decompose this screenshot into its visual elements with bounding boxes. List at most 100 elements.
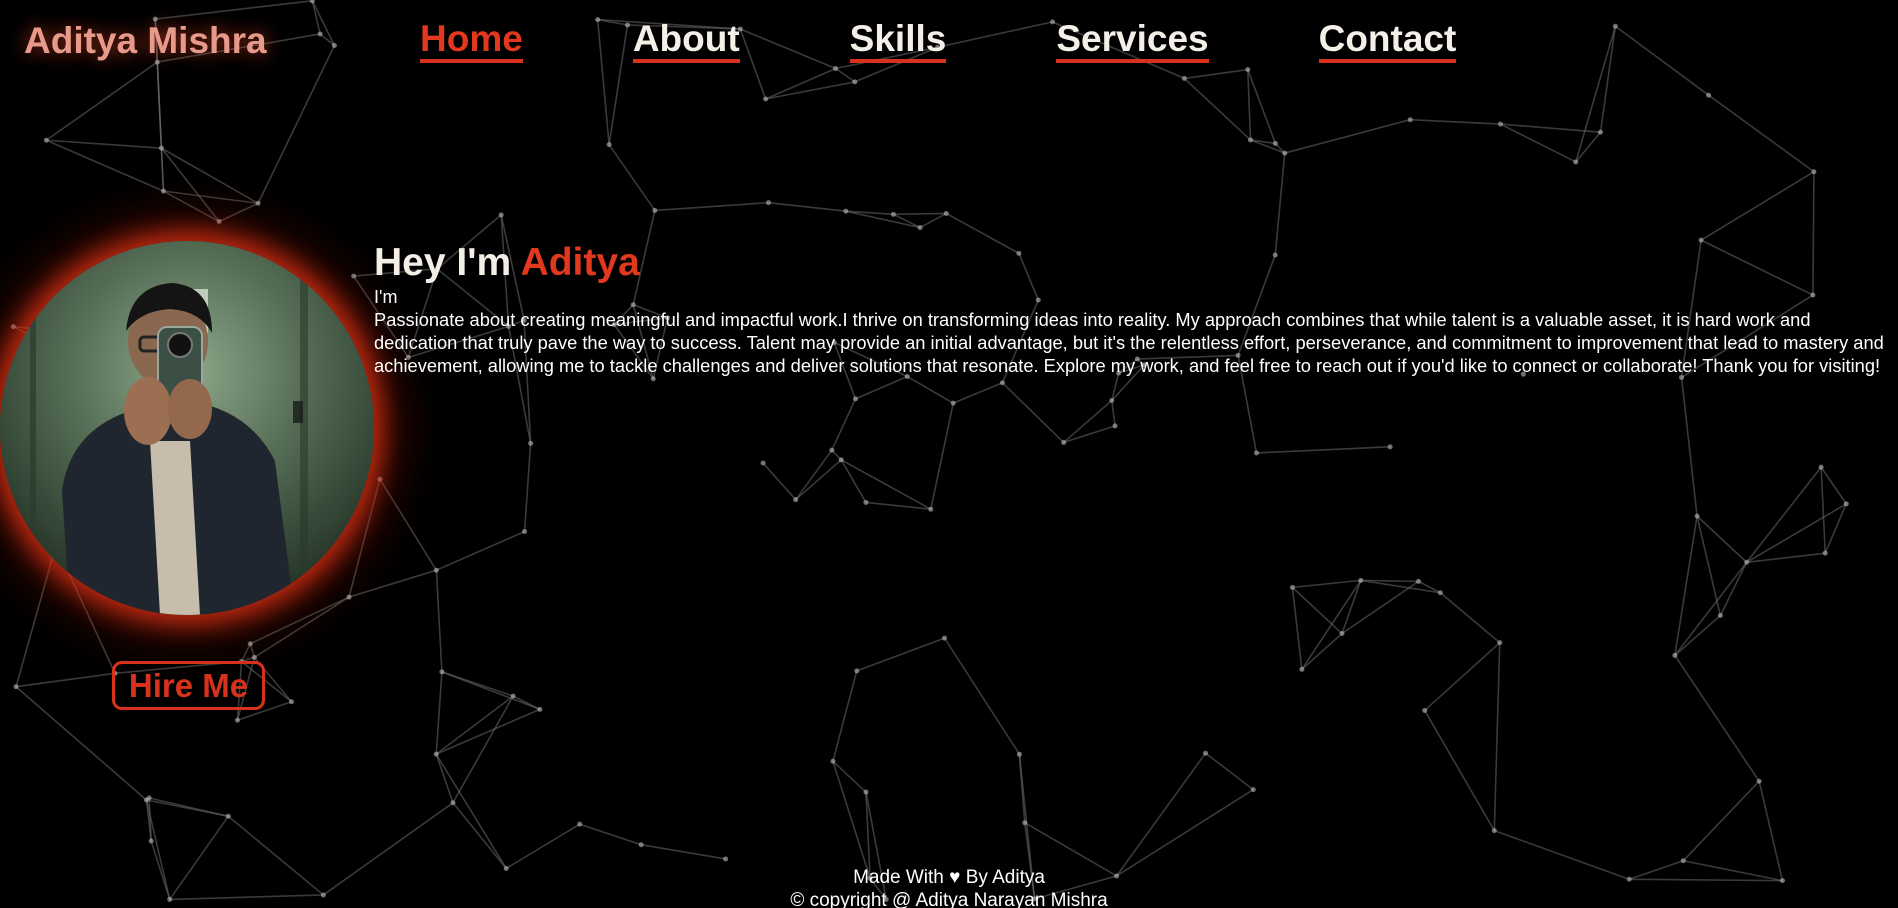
network-line — [919, 212, 947, 229]
network-node — [854, 668, 860, 674]
network-line — [160, 148, 165, 192]
network-node — [1437, 590, 1443, 596]
network-node — [377, 476, 383, 482]
network-line — [1360, 579, 1419, 583]
network-node — [1491, 828, 1497, 834]
network-line — [1001, 382, 1065, 444]
network-node — [1843, 501, 1849, 507]
network-line — [452, 802, 507, 869]
network-node — [843, 208, 849, 214]
network-node — [1339, 631, 1345, 637]
network-line — [1820, 467, 1827, 554]
network-line — [906, 375, 954, 404]
network-node — [247, 641, 253, 647]
network-node — [1680, 858, 1686, 864]
network-line — [253, 596, 350, 659]
network-line — [943, 637, 1021, 755]
network-line — [348, 569, 437, 598]
nav-skills[interactable]: Skills — [849, 19, 947, 63]
network-node — [1422, 707, 1428, 713]
network-node — [950, 400, 956, 406]
network-line — [163, 190, 220, 223]
hero-description: Passionate about creating meaningful and… — [374, 309, 1884, 376]
network-node — [1822, 550, 1828, 556]
network-node — [852, 396, 858, 402]
network-line — [1682, 780, 1760, 862]
network-node — [1818, 464, 1824, 470]
network-node — [942, 635, 948, 641]
network-node — [450, 800, 456, 806]
network-line — [436, 530, 525, 571]
network-node — [1497, 121, 1503, 127]
network-line — [1696, 515, 1748, 563]
network-node — [723, 856, 729, 862]
network-node — [1289, 584, 1295, 590]
network-node — [1358, 577, 1364, 583]
network-line — [379, 478, 438, 571]
network-node — [1694, 513, 1700, 519]
network-node — [1811, 169, 1817, 175]
network-line — [1824, 503, 1847, 554]
network-line — [579, 823, 642, 846]
network-line — [1284, 118, 1411, 154]
nav-contact[interactable]: Contact — [1318, 19, 1457, 63]
network-node — [1672, 652, 1678, 658]
network-line — [1116, 788, 1254, 877]
network-line — [893, 212, 947, 216]
network-node — [1016, 751, 1022, 757]
network-line — [654, 201, 769, 212]
network-node — [928, 506, 934, 512]
network-line — [1439, 592, 1501, 644]
network-node — [890, 211, 896, 217]
network-line — [1291, 586, 1343, 635]
page: Aditya Mishra Home About Skills Services… — [0, 0, 1898, 908]
network-node — [1109, 398, 1115, 404]
network-line — [1410, 118, 1501, 125]
network-line — [523, 443, 532, 532]
network-node — [1272, 140, 1278, 146]
network-line — [45, 139, 164, 192]
network-node — [1744, 559, 1750, 565]
network-node — [148, 838, 154, 844]
network-node — [160, 188, 166, 194]
network-node — [1247, 137, 1253, 143]
network-line — [435, 671, 443, 755]
nav-about[interactable]: About — [632, 19, 740, 63]
network-node — [1022, 820, 1028, 826]
nav-home[interactable]: Home — [420, 19, 523, 63]
network-node — [289, 699, 295, 705]
network-node — [838, 457, 844, 463]
network-node — [793, 497, 799, 503]
nav-services[interactable]: Services — [1056, 19, 1209, 63]
network-node — [1203, 750, 1209, 756]
network-node — [351, 273, 357, 279]
network-node — [1597, 129, 1603, 135]
network-line — [1674, 515, 1698, 656]
network-line — [161, 147, 259, 204]
brand-logo[interactable]: Aditya Mishra — [24, 20, 267, 62]
network-line — [930, 402, 955, 510]
network-node — [1717, 613, 1723, 619]
intro-section: Hey I'm Aditya I'm Passionate about crea… — [374, 240, 1894, 377]
network-line — [1680, 377, 1698, 517]
network-node — [999, 380, 1005, 386]
network-line — [249, 596, 350, 645]
network-line — [952, 382, 1003, 404]
network-node — [234, 717, 240, 723]
network-node — [1756, 778, 1762, 784]
network-line — [1820, 466, 1847, 505]
network-line — [832, 670, 858, 762]
hire-me-button[interactable]: Hire Me — [112, 661, 265, 710]
network-node — [917, 225, 923, 231]
network-line — [218, 202, 259, 223]
network-node — [225, 813, 231, 819]
network-node — [43, 137, 49, 143]
profile-photo — [0, 241, 374, 615]
network-node — [1706, 92, 1712, 98]
network-node — [1299, 666, 1305, 672]
network-line — [1256, 446, 1391, 454]
network-node — [255, 200, 261, 206]
network-line — [435, 570, 443, 672]
network-line — [1341, 580, 1419, 635]
network-line — [160, 147, 220, 223]
